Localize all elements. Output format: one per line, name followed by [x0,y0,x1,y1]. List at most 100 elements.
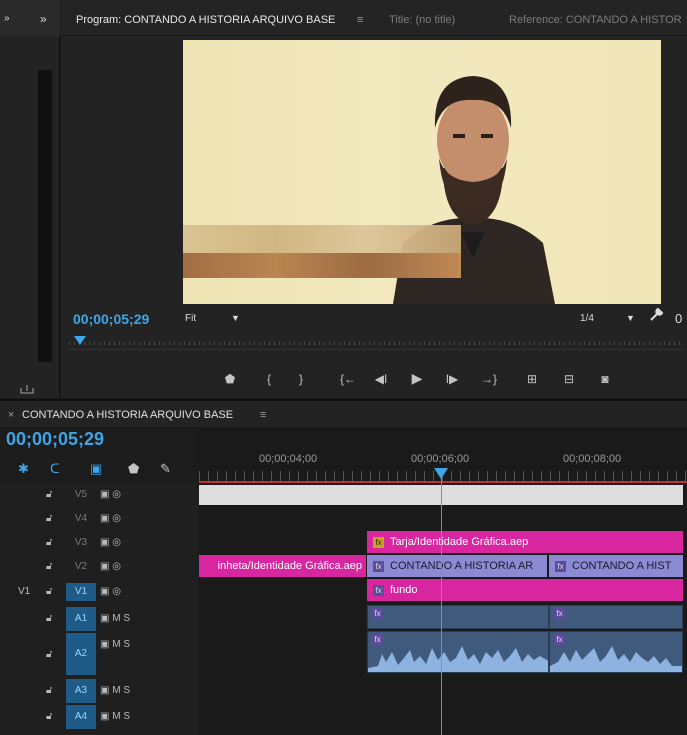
add-marker-icon[interactable]: ⬟ [128,461,139,477]
panel-overflow-button[interactable]: » [40,12,47,26]
audio-clip-a2-1[interactable]: fx [367,631,549,673]
tab-reference[interactable]: Reference: CONTANDO A HISTOR [509,14,682,26]
clip-vinheta[interactable]: inheta/Identidade Gráfica.aep [199,555,366,577]
wrench-icon[interactable]: ✎ [160,461,171,477]
marker-icon[interactable]: ⬟ [221,372,239,386]
timeline-timecode[interactable]: 00;00;05;29 [6,429,104,450]
chevron-down-icon[interactable]: ▼ [626,313,635,323]
panel-menu-icon[interactable]: ≡ [260,409,266,421]
lift-icon[interactable]: ⊞ [523,372,541,386]
clip-label: fundo [390,584,418,596]
lock-icon[interactable]: 🔓︎ [46,649,52,660]
nest-toggle-icon[interactable]: ✱ [18,461,29,477]
export-icon[interactable] [20,384,36,394]
render-bar [199,481,687,483]
tarja-graphic-bottom [183,253,461,278]
mark-in-icon[interactable]: { [260,372,278,386]
monitor-playhead[interactable] [74,336,86,345]
project-panel-tabs: » » [0,0,60,36]
lock-icon[interactable]: 🔓︎ [46,586,52,597]
audio-clip-a1-1[interactable]: fx [367,605,549,629]
clip-tarja[interactable]: fx Tarja/Identidade Gráfica.aep [367,531,683,553]
lock-icon[interactable]: 🔓︎ [46,613,52,624]
track-header-a3: 🔓︎ A3 ▣ M S [0,679,198,703]
track-toggle-icons[interactable]: ▣ M S [100,639,130,650]
track-name[interactable]: A1 [66,607,96,631]
track-header-v5: 🔓︎ V5 ▣ ◎ [0,485,198,505]
track-name[interactable]: A2 [66,633,96,675]
track-name[interactable]: V4 [66,513,96,524]
program-timecode[interactable]: 00;00;05;29 [73,311,149,327]
track-toggle-icons[interactable]: ▣ M S [100,685,130,696]
tab-title[interactable]: Title: (no title) [389,14,455,26]
track-header-v3: 🔓︎ V3 ▣ ◎ [0,533,198,553]
tab-partial[interactable]: » [4,13,10,24]
track-toggle-icons[interactable]: ▣ M S [100,613,130,624]
track-toggle-icons[interactable]: ▣ ◎ [100,489,121,500]
video-preview[interactable] [183,40,661,304]
extract-icon[interactable]: ⊟ [560,372,578,386]
clip-contando-2[interactable]: fx CONTANDO A HIST [549,555,683,577]
clip-contando-1[interactable]: fx CONTANDO A HISTORIA AR [367,555,547,577]
lock-icon[interactable]: 🔓︎ [46,537,52,548]
clip-label: CONTANDO A HIST [572,560,672,572]
track-name[interactable]: V5 [66,489,96,500]
ruler-time: 00;00;06;00 [411,453,470,465]
ruler-time: 00;00;04;00 [259,453,318,465]
track-name[interactable]: V3 [66,537,96,548]
track-name[interactable]: A4 [66,705,96,729]
track-header-a2: 🔓︎ A2 ▣ M S [0,633,198,675]
clip-fundo[interactable]: fx fundo [367,579,683,601]
track-header-v4: 🔓︎ V4 ▣ ◎ [0,509,198,529]
fx-icon: fx [554,608,565,619]
track-toggle-icons[interactable]: ▣ ◎ [100,586,121,597]
wrench-icon[interactable] [649,307,664,326]
audio-waveform [368,646,548,672]
track-header-v2: 🔓︎ V2 ▣ ◎ [0,557,198,577]
step-back-icon[interactable]: ◀I [372,372,390,386]
lock-icon[interactable]: 🔓︎ [46,513,52,524]
clip-label: CONTANDO A HISTORIA AR [390,560,534,572]
go-to-out-icon[interactable]: →} [480,372,498,386]
timeline-panel: × CONTANDO A HISTORIA ARQUIVO BASE ≡ 00;… [0,399,687,735]
audio-clip-a1-2[interactable]: fx [549,605,683,629]
fx-icon: fx [555,560,566,572]
vertical-scrollbar[interactable] [38,70,52,362]
mark-out-icon[interactable]: } [292,372,310,386]
ruler-time: 00;00;08;00 [563,453,622,465]
close-icon[interactable]: × [8,409,14,421]
track-header-a4: 🔓︎ A4 ▣ M S [0,705,198,729]
track-toggle-icons[interactable]: ▣ ◎ [100,513,121,524]
resolution-select[interactable]: 1/4 [580,313,594,324]
track-name[interactable]: A3 [66,679,96,703]
lock-icon[interactable]: 🔓︎ [46,561,52,572]
track-name[interactable]: V2 [66,561,96,572]
playhead-line [441,471,442,735]
sequence-tab[interactable]: CONTANDO A HISTORIA ARQUIVO BASE [22,409,233,421]
fx-icon: fx [373,560,384,572]
step-forward-icon[interactable]: I▶ [443,372,461,386]
audio-clip-a2-2[interactable]: fx [549,631,683,673]
chevron-down-icon[interactable]: ▼ [231,313,240,323]
lock-icon[interactable]: 🔓︎ [46,711,52,722]
track-toggle-icons[interactable]: ▣ ◎ [100,537,121,548]
linked-selection-icon[interactable]: ▣ [90,461,102,477]
play-icon[interactable]: ▶ [408,370,426,387]
monitor-tabs: Program: CONTANDO A HISTORIA ARQUIVO BAS… [61,0,687,36]
tab-program[interactable]: Program: CONTANDO A HISTORIA ARQUIVO BAS… [76,14,335,26]
export-frame-icon[interactable]: ◙ [596,372,614,386]
track-toggle-icons[interactable]: ▣ M S [100,711,130,722]
panel-menu-icon[interactable]: ≡ [357,14,363,26]
monitor-time-ruler[interactable] [69,334,683,350]
zoom-fit-select[interactable]: Fit [185,313,196,324]
go-to-in-icon[interactable]: {← [339,372,357,386]
lock-icon[interactable]: 🔓︎ [46,489,52,500]
source-patch-v1[interactable]: V1 [18,586,30,597]
track-headers: 🔓︎ V5 ▣ ◎ 🔓︎ V4 ▣ ◎ 🔓︎ V3 ▣ ◎ 🔓︎ V2 ▣ ◎ … [0,483,198,735]
track-name[interactable]: V1 [66,583,96,601]
track-header-v1: V1 🔓︎ V1 ▣ ◎ [0,581,198,603]
snap-icon[interactable]: ᑕ [50,461,60,477]
lock-icon[interactable]: 🔓︎ [46,685,52,696]
track-toggle-icons[interactable]: ▣ ◎ [100,561,121,572]
clip-label: Tarja/Identidade Gráfica.aep [390,536,529,548]
